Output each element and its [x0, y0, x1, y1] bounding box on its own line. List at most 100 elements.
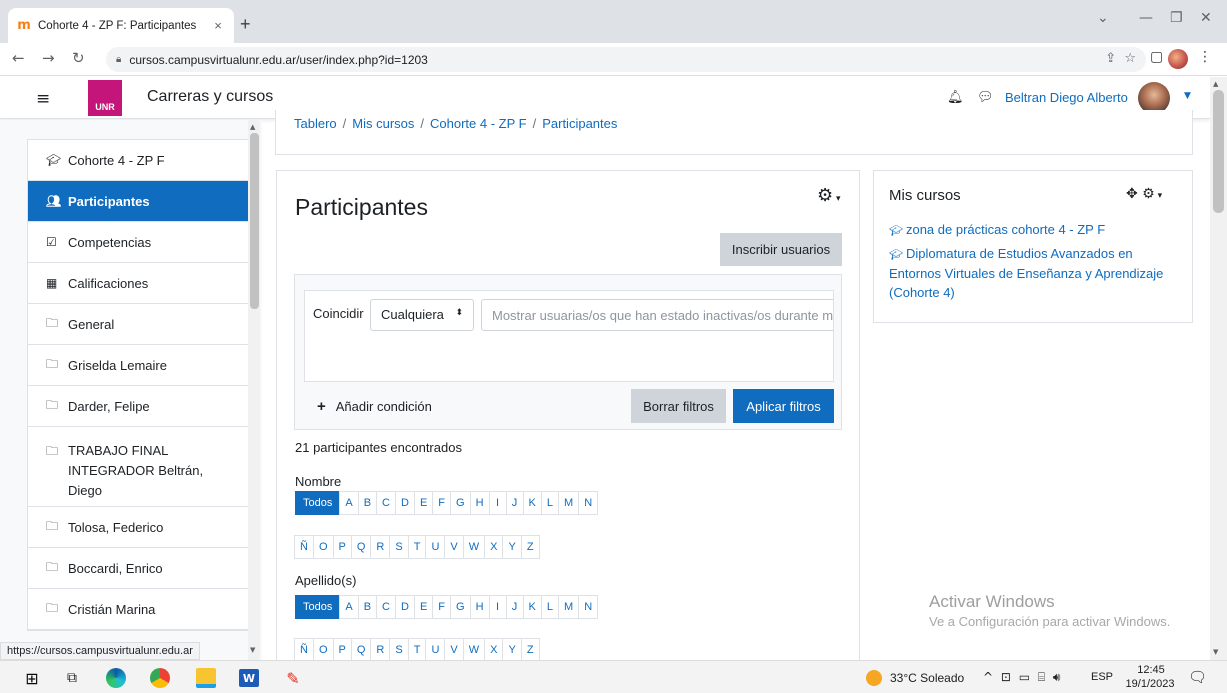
first-name-initial-all[interactable]: Todos — [295, 491, 341, 515]
first-name-initial-letter[interactable]: X — [484, 535, 504, 559]
last-name-initial-letter[interactable]: H — [469, 595, 490, 619]
first-name-initial-letter[interactable]: J — [505, 491, 524, 515]
browser-menu-icon[interactable]: ⋮ — [1198, 49, 1212, 65]
last-name-initial-letter[interactable]: U — [425, 638, 446, 662]
last-name-initial-letter[interactable]: W — [462, 638, 486, 662]
tab-close-icon[interactable]: × — [210, 18, 226, 33]
first-name-initial-letter[interactable]: D — [395, 491, 415, 515]
lock-icon[interactable]: 🔒︎ — [116, 54, 121, 65]
last-name-initial-letter[interactable]: J — [505, 595, 524, 619]
browser-tab[interactable]: m Cohorte 4 - ZP F: Participantes × — [8, 8, 234, 43]
drawer-item-competencias[interactable]: ☑ Competencias — [28, 222, 254, 263]
weather-sun-icon[interactable] — [866, 670, 882, 686]
breadcrumb-item[interactable]: Tablero — [294, 116, 337, 131]
page-scroll-down-icon[interactable]: ▼ — [1213, 648, 1218, 656]
first-name-initial-letter[interactable]: V — [444, 535, 464, 559]
first-name-initial-letter[interactable]: N — [578, 491, 599, 515]
last-name-initial-letter[interactable]: O — [312, 638, 334, 662]
add-condition-link[interactable]: + Añadir condición — [317, 398, 432, 415]
drawer-item-section[interactable]: 🗀 Griselda Lemaire — [28, 345, 254, 386]
back-icon[interactable]: ← — [12, 49, 25, 67]
first-name-initial-letter[interactable]: S — [389, 535, 409, 559]
breadcrumb-item[interactable]: Cohorte 4 - ZP F — [430, 116, 527, 131]
drawer-scroll-up-icon[interactable]: ▲ — [250, 123, 255, 131]
page-scroll-up-icon[interactable]: ▲ — [1213, 80, 1218, 88]
messages-chat-icon[interactable]: 💬︎ — [977, 90, 994, 105]
last-name-initial-letter[interactable]: A — [339, 595, 359, 619]
first-name-initial-letter[interactable]: H — [469, 491, 490, 515]
restore-icon[interactable]: ❐ — [1170, 10, 1183, 26]
clock-date[interactable]: 19/1/2023 — [1117, 678, 1183, 690]
first-name-initial-letter[interactable]: W — [462, 535, 486, 559]
first-name-initial-letter[interactable]: P — [332, 535, 352, 559]
last-name-initial-letter[interactable]: M — [558, 595, 580, 619]
course-link[interactable]: 🎓︎ Diplomatura de Estudios Avanzados en E… — [889, 244, 1184, 302]
paint-app-icon[interactable]: ✎ — [281, 666, 305, 690]
first-name-initial-letter[interactable]: K — [522, 491, 542, 515]
last-name-initial-letter[interactable]: C — [376, 595, 396, 619]
last-name-initial-letter[interactable]: Z — [520, 638, 540, 662]
tab-search-icon[interactable]: ⌄ — [1097, 10, 1109, 26]
last-name-initial-letter[interactable]: V — [444, 638, 464, 662]
last-name-initial-letter[interactable]: L — [540, 595, 560, 619]
first-name-initial-letter[interactable]: M — [558, 491, 580, 515]
course-link[interactable]: 🎓︎ zona de prácticas cohorte 4 - ZP F — [889, 220, 1184, 240]
user-menu-caret-icon[interactable]: ▼ — [1184, 91, 1191, 101]
first-name-initial-letter[interactable]: T — [407, 535, 427, 559]
drawer-item-section[interactable]: 🗀 Cristián Marina — [28, 589, 254, 630]
last-name-initial-letter[interactable]: S — [389, 638, 409, 662]
chrome-icon[interactable] — [148, 666, 172, 690]
profile-icon[interactable] — [1168, 49, 1188, 69]
breadcrumb-item[interactable]: Participantes — [542, 116, 617, 131]
language-indicator[interactable]: ESP — [1091, 671, 1113, 683]
drawer-item-course[interactable]: 🎓︎ Cohorte 4 - ZP F — [28, 140, 254, 181]
last-name-initial-letter[interactable]: T — [407, 638, 427, 662]
drawer-item-participantes[interactable]: 👥︎ Participantes — [28, 181, 254, 222]
first-name-initial-letter[interactable]: Z — [520, 535, 540, 559]
breadcrumb-item[interactable]: Mis cursos — [352, 116, 414, 131]
last-name-initial-all[interactable]: Todos — [295, 595, 341, 619]
last-name-initial-letter[interactable]: D — [395, 595, 415, 619]
first-name-initial-letter[interactable]: Ñ — [294, 535, 314, 559]
last-name-initial-letter[interactable]: K — [522, 595, 542, 619]
apply-filters-button[interactable]: Aplicar filtros — [733, 389, 834, 423]
first-name-initial-letter[interactable]: I — [488, 491, 507, 515]
edge-icon[interactable] — [104, 666, 128, 690]
last-name-initial-letter[interactable]: E — [413, 595, 434, 619]
page-scrollbar-thumb[interactable] — [1213, 90, 1224, 213]
last-name-initial-letter[interactable]: Q — [350, 638, 372, 662]
drawer-scroll-down-icon[interactable]: ▼ — [250, 646, 255, 654]
windows-start-icon[interactable]: ⊞ — [20, 666, 44, 690]
first-name-initial-letter[interactable]: L — [540, 491, 560, 515]
first-name-initial-letter[interactable]: E — [413, 491, 434, 515]
last-name-initial-letter[interactable]: Ñ — [294, 638, 314, 662]
match-select[interactable]: Cualquiera ⬍ — [370, 299, 474, 331]
minimize-icon[interactable]: — — [1139, 10, 1153, 26]
last-name-initial-letter[interactable]: X — [484, 638, 504, 662]
last-name-initial-letter[interactable]: B — [357, 595, 378, 619]
last-name-initial-letter[interactable]: F — [432, 595, 452, 619]
drawer-item-calificaciones[interactable]: ▦ Calificaciones — [28, 263, 254, 304]
reload-icon[interactable]: ↻ — [72, 49, 85, 67]
task-view-icon[interactable]: ⧉ — [60, 666, 84, 690]
actions-gear-icon[interactable]: ⚙ ▾ — [817, 185, 841, 206]
drawer-item-general[interactable]: 🗀 General — [28, 304, 254, 345]
hamburger-menu-icon[interactable]: ≡ — [36, 89, 50, 109]
clear-filters-button[interactable]: Borrar filtros — [631, 389, 726, 423]
drawer-item-section[interactable]: 🗀 Tolosa, Federico — [28, 507, 254, 548]
enrol-users-button[interactable]: Inscribir usuarios — [720, 233, 842, 266]
first-name-initial-letter[interactable]: Y — [502, 535, 522, 559]
file-explorer-icon[interactable] — [194, 666, 218, 690]
address-bar[interactable]: 🔒︎ cursos.campusvirtualunr.edu.ar/user/i… — [106, 47, 1146, 72]
side-panel-icon[interactable]: ▢ — [1150, 49, 1163, 65]
last-name-initial-letter[interactable]: P — [332, 638, 352, 662]
first-name-initial-letter[interactable]: A — [339, 491, 359, 515]
forward-icon[interactable]: → — [42, 49, 55, 67]
user-menu-name[interactable]: Beltran Diego Alberto — [1005, 90, 1128, 105]
last-name-initial-letter[interactable]: N — [578, 595, 599, 619]
site-name[interactable]: Carreras y cursos — [147, 88, 273, 106]
clock-time[interactable]: 12:45 — [1129, 664, 1173, 676]
unr-logo[interactable]: UNR — [88, 80, 122, 116]
last-name-initial-letter[interactable]: G — [450, 595, 471, 619]
drawer-item-section[interactable]: 🗀 TRABAJO FINAL INTEGRADOR Beltrán, Dieg… — [28, 427, 254, 507]
